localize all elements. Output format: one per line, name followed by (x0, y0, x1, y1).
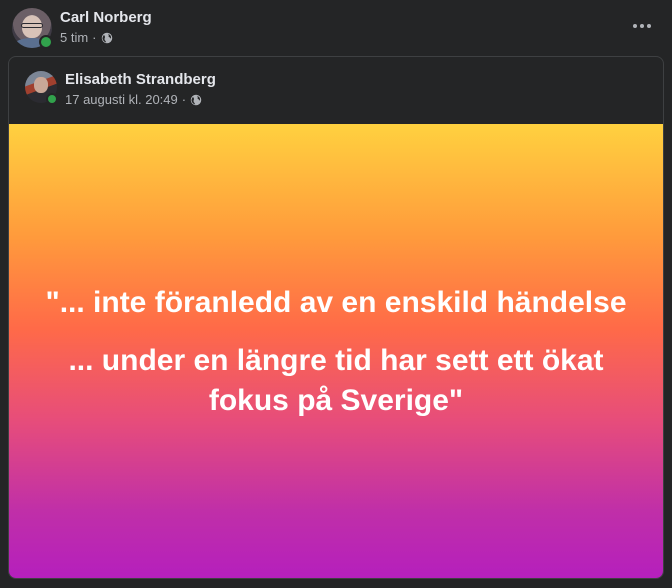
author-name[interactable]: Carl Norberg (60, 9, 152, 26)
more-dot (640, 24, 644, 28)
more-dot (633, 24, 637, 28)
post-time[interactable]: 5 tim (60, 30, 88, 45)
meta-separator: · (92, 30, 97, 45)
quote-background[interactable]: "... inte föranledd av en enskild händel… (9, 124, 663, 578)
shared-author-name[interactable]: Elisabeth Strandberg (65, 71, 216, 88)
more-dot (647, 24, 651, 28)
globe-icon (190, 94, 202, 105)
shared-post-card[interactable]: Elisabeth Strandberg 17 augusti kl. 20:4… (8, 56, 664, 579)
more-options-button[interactable] (626, 10, 658, 42)
post-meta: 5 tim · (60, 30, 113, 45)
shared-post-header: Elisabeth Strandberg 17 augusti kl. 20:4… (9, 57, 663, 124)
quote-line: ... under en längre tid har sett ett öka… (68, 343, 604, 417)
post-header: Carl Norberg 5 tim · (0, 0, 672, 56)
online-status-icon (46, 93, 58, 105)
shared-post-meta: 17 augusti kl. 20:49 · (65, 92, 202, 107)
online-status-icon (39, 35, 53, 49)
quote-line: "... inte föranledd av en enskild händel… (45, 285, 627, 319)
globe-icon (101, 32, 112, 43)
shared-post-time[interactable]: 17 augusti kl. 20:49 (65, 92, 178, 107)
avatar-face (34, 77, 48, 93)
meta-separator: · (181, 92, 187, 107)
avatar-glasses (21, 23, 43, 28)
